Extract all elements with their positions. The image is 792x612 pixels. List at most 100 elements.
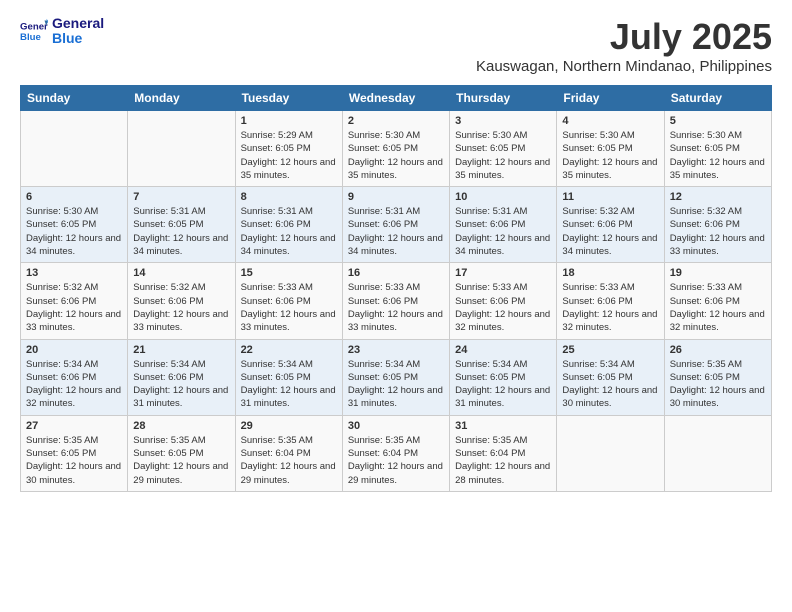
header-saturday: Saturday xyxy=(664,86,771,111)
day-number: 4 xyxy=(562,115,658,127)
header-sunday: Sunday xyxy=(21,86,128,111)
week-row-5: 27 Sunrise: 5:35 AM Sunset: 6:05 PM Dayli… xyxy=(21,415,772,491)
calendar-cell: 3 Sunrise: 5:30 AM Sunset: 6:05 PM Daylig… xyxy=(450,111,557,187)
calendar-cell: 16 Sunrise: 5:33 AM Sunset: 6:06 PM Dayli… xyxy=(342,263,449,339)
day-number: 7 xyxy=(133,191,229,203)
calendar-cell xyxy=(664,415,771,491)
day-info: Sunrise: 5:34 AM Sunset: 6:05 PM Dayligh… xyxy=(348,358,444,411)
calendar-cell: 9 Sunrise: 5:31 AM Sunset: 6:06 PM Daylig… xyxy=(342,187,449,263)
day-info: Sunrise: 5:30 AM Sunset: 6:05 PM Dayligh… xyxy=(670,129,766,182)
calendar-cell: 23 Sunrise: 5:34 AM Sunset: 6:05 PM Dayli… xyxy=(342,339,449,415)
calendar-cell: 31Sunrise: 5:35 AM Sunset: 6:04 PM Dayli… xyxy=(450,415,557,491)
day-info: Sunrise: 5:32 AM Sunset: 6:06 PM Dayligh… xyxy=(133,281,229,334)
day-number: 28 xyxy=(133,420,229,432)
day-info: Sunrise: 5:30 AM Sunset: 6:05 PM Dayligh… xyxy=(455,129,551,182)
title-block: July 2025 Kauswagan, Northern Mindanao, … xyxy=(476,16,772,75)
day-info: Sunrise: 5:34 AM Sunset: 6:06 PM Dayligh… xyxy=(26,358,122,411)
calendar-header-row: SundayMondayTuesdayWednesdayThursdayFrid… xyxy=(21,86,772,111)
day-info: Sunrise: 5:34 AM Sunset: 6:05 PM Dayligh… xyxy=(455,358,551,411)
day-info: Sunrise: 5:34 AM Sunset: 6:05 PM Dayligh… xyxy=(562,358,658,411)
calendar-cell: 24 Sunrise: 5:34 AM Sunset: 6:05 PM Dayli… xyxy=(450,339,557,415)
week-row-3: 13Sunrise: 5:32 AM Sunset: 6:06 PM Dayli… xyxy=(21,263,772,339)
calendar-cell: 28 Sunrise: 5:35 AM Sunset: 6:05 PM Dayli… xyxy=(128,415,235,491)
header-thursday: Thursday xyxy=(450,86,557,111)
day-info: Sunrise: 5:31 AM Sunset: 6:05 PM Dayligh… xyxy=(133,205,229,258)
day-info: Sunrise: 5:33 AM Sunset: 6:06 PM Dayligh… xyxy=(670,281,766,334)
header-friday: Friday xyxy=(557,86,664,111)
day-number: 26 xyxy=(670,344,766,356)
calendar-cell: 18Sunrise: 5:33 AM Sunset: 6:06 PM Dayli… xyxy=(557,263,664,339)
calendar-cell: 5 Sunrise: 5:30 AM Sunset: 6:05 PM Daylig… xyxy=(664,111,771,187)
calendar-cell xyxy=(557,415,664,491)
day-info: Sunrise: 5:34 AM Sunset: 6:05 PM Dayligh… xyxy=(241,358,337,411)
calendar-cell: 19 Sunrise: 5:33 AM Sunset: 6:06 PM Dayli… xyxy=(664,263,771,339)
calendar-cell: 2 Sunrise: 5:30 AM Sunset: 6:05 PM Daylig… xyxy=(342,111,449,187)
day-number: 17 xyxy=(455,267,551,279)
week-row-4: 20 Sunrise: 5:34 AM Sunset: 6:06 PM Dayli… xyxy=(21,339,772,415)
day-number: 19 xyxy=(670,267,766,279)
day-number: 5 xyxy=(670,115,766,127)
day-number: 1 xyxy=(241,115,337,127)
calendar-cell xyxy=(128,111,235,187)
day-number: 16 xyxy=(348,267,444,279)
calendar-cell: 11 Sunrise: 5:32 AM Sunset: 6:06 PM Dayli… xyxy=(557,187,664,263)
day-info: Sunrise: 5:35 AM Sunset: 6:04 PM Dayligh… xyxy=(241,434,337,487)
calendar-cell xyxy=(21,111,128,187)
svg-text:General: General xyxy=(20,22,48,33)
week-row-2: 6Sunrise: 5:30 AM Sunset: 6:05 PM Daylig… xyxy=(21,187,772,263)
day-number: 3 xyxy=(455,115,551,127)
day-info: Sunrise: 5:33 AM Sunset: 6:06 PM Dayligh… xyxy=(348,281,444,334)
day-info: Sunrise: 5:35 AM Sunset: 6:05 PM Dayligh… xyxy=(133,434,229,487)
day-info: Sunrise: 5:30 AM Sunset: 6:05 PM Dayligh… xyxy=(562,129,658,182)
calendar-cell: 30Sunrise: 5:35 AM Sunset: 6:04 PM Dayli… xyxy=(342,415,449,491)
calendar-title: July 2025 xyxy=(476,16,772,58)
day-number: 24 xyxy=(455,344,551,356)
calendar-cell: 12Sunrise: 5:32 AM Sunset: 6:06 PM Dayli… xyxy=(664,187,771,263)
svg-text:Blue: Blue xyxy=(20,32,41,43)
calendar-cell: 8 Sunrise: 5:31 AM Sunset: 6:06 PM Daylig… xyxy=(235,187,342,263)
day-number: 9 xyxy=(348,191,444,203)
day-number: 14 xyxy=(133,267,229,279)
day-info: Sunrise: 5:31 AM Sunset: 6:06 PM Dayligh… xyxy=(455,205,551,258)
day-number: 29 xyxy=(241,420,337,432)
calendar-cell: 26Sunrise: 5:35 AM Sunset: 6:05 PM Dayli… xyxy=(664,339,771,415)
day-info: Sunrise: 5:30 AM Sunset: 6:05 PM Dayligh… xyxy=(348,129,444,182)
header-tuesday: Tuesday xyxy=(235,86,342,111)
day-info: Sunrise: 5:32 AM Sunset: 6:06 PM Dayligh… xyxy=(670,205,766,258)
day-info: Sunrise: 5:33 AM Sunset: 6:06 PM Dayligh… xyxy=(455,281,551,334)
day-number: 30 xyxy=(348,420,444,432)
calendar-cell: 25Sunrise: 5:34 AM Sunset: 6:05 PM Dayli… xyxy=(557,339,664,415)
calendar-subtitle: Kauswagan, Northern Mindanao, Philippine… xyxy=(476,58,772,75)
day-info: Sunrise: 5:31 AM Sunset: 6:06 PM Dayligh… xyxy=(348,205,444,258)
day-info: Sunrise: 5:35 AM Sunset: 6:05 PM Dayligh… xyxy=(26,434,122,487)
day-number: 15 xyxy=(241,267,337,279)
day-number: 27 xyxy=(26,420,122,432)
calendar-cell: 4 Sunrise: 5:30 AM Sunset: 6:05 PM Daylig… xyxy=(557,111,664,187)
day-number: 10 xyxy=(455,191,551,203)
logo: General Blue General Blue xyxy=(20,16,104,47)
day-number: 20 xyxy=(26,344,122,356)
day-number: 2 xyxy=(348,115,444,127)
day-number: 21 xyxy=(133,344,229,356)
header-wednesday: Wednesday xyxy=(342,86,449,111)
day-info: Sunrise: 5:34 AM Sunset: 6:06 PM Dayligh… xyxy=(133,358,229,411)
day-number: 11 xyxy=(562,191,658,203)
page-header: General Blue General Blue July 2025 Kaus… xyxy=(20,16,772,75)
calendar-cell: 15Sunrise: 5:33 AM Sunset: 6:06 PM Dayli… xyxy=(235,263,342,339)
header-monday: Monday xyxy=(128,86,235,111)
day-info: Sunrise: 5:29 AM Sunset: 6:05 PM Dayligh… xyxy=(241,129,337,182)
day-info: Sunrise: 5:30 AM Sunset: 6:05 PM Dayligh… xyxy=(26,205,122,258)
calendar-cell: 22Sunrise: 5:34 AM Sunset: 6:05 PM Dayli… xyxy=(235,339,342,415)
calendar-cell: 1 Sunrise: 5:29 AM Sunset: 6:05 PM Daylig… xyxy=(235,111,342,187)
day-info: Sunrise: 5:31 AM Sunset: 6:06 PM Dayligh… xyxy=(241,205,337,258)
calendar-cell: 17 Sunrise: 5:33 AM Sunset: 6:06 PM Dayli… xyxy=(450,263,557,339)
calendar-cell: 10 Sunrise: 5:31 AM Sunset: 6:06 PM Dayli… xyxy=(450,187,557,263)
day-info: Sunrise: 5:33 AM Sunset: 6:06 PM Dayligh… xyxy=(562,281,658,334)
day-number: 8 xyxy=(241,191,337,203)
calendar-cell: 29 Sunrise: 5:35 AM Sunset: 6:04 PM Dayli… xyxy=(235,415,342,491)
day-info: Sunrise: 5:32 AM Sunset: 6:06 PM Dayligh… xyxy=(562,205,658,258)
calendar-cell: 21 Sunrise: 5:34 AM Sunset: 6:06 PM Dayli… xyxy=(128,339,235,415)
day-number: 23 xyxy=(348,344,444,356)
calendar-cell: 20 Sunrise: 5:34 AM Sunset: 6:06 PM Dayli… xyxy=(21,339,128,415)
calendar-cell: 7 Sunrise: 5:31 AM Sunset: 6:05 PM Daylig… xyxy=(128,187,235,263)
